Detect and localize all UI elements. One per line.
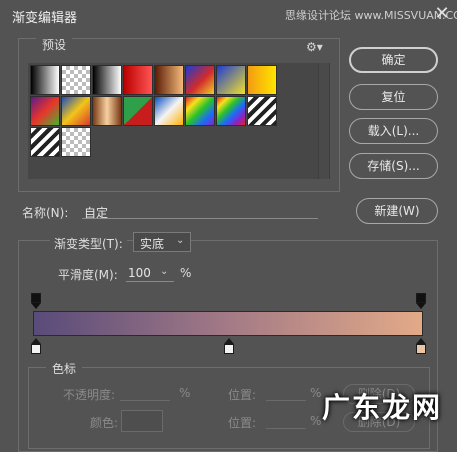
stop-location-label: 位置: [228, 388, 257, 402]
color-stop-right[interactable] [416, 338, 426, 354]
window-title: 渐变编辑器 [12, 11, 78, 26]
gear-icon[interactable]: ⚙▾ [306, 40, 323, 54]
preset-swatch[interactable] [61, 127, 91, 157]
preset-swatch-grid [28, 63, 330, 179]
stop-location-input[interactable] [266, 400, 306, 401]
name-label: 名称(N): [22, 206, 69, 220]
smoothness-label: 平滑度(M): [58, 268, 118, 282]
stop-location2-label: 位置: [228, 416, 257, 430]
gradient-type-label: 渐变类型(T): [50, 235, 127, 252]
load-button[interactable]: 载入(L)... [349, 118, 438, 144]
preset-swatch[interactable] [154, 96, 184, 126]
color-stop-middle[interactable] [224, 338, 234, 354]
chevron-down-icon[interactable]: ⌄ [160, 266, 168, 277]
preset-swatch[interactable] [123, 96, 153, 126]
presets-label: 预设 [36, 36, 73, 53]
opacity-stop-left[interactable] [31, 293, 41, 309]
preset-swatch[interactable] [61, 65, 91, 95]
preset-swatch[interactable] [154, 65, 184, 95]
preset-swatch[interactable] [30, 65, 60, 95]
stop-location2-input[interactable] [266, 428, 306, 429]
site-logo-watermark: 广东龙网 [322, 391, 443, 424]
reset-button[interactable]: 复位 [349, 84, 438, 110]
smoothness-underline [126, 281, 174, 282]
preset-swatch[interactable] [92, 65, 122, 95]
stop-location2-unit: % [310, 414, 322, 428]
preset-swatch[interactable] [216, 65, 246, 95]
preset-swatch[interactable] [30, 96, 60, 126]
stop-opacity-input[interactable] [120, 400, 170, 401]
preset-swatch[interactable] [247, 65, 277, 95]
preset-swatch[interactable] [185, 65, 215, 95]
chevron-down-icon: ⌄ [176, 235, 185, 246]
preset-swatch[interactable] [61, 96, 91, 126]
stop-opacity-unit: % [179, 386, 191, 400]
gradient-type-value: 实底 [140, 237, 165, 251]
preset-swatch[interactable] [92, 96, 122, 126]
ok-button[interactable]: 确定 [349, 47, 438, 73]
stop-color-label: 颜色: [90, 416, 119, 430]
gradient-preview-bar[interactable] [33, 311, 423, 336]
preset-swatch[interactable] [123, 65, 153, 95]
color-stop-left[interactable] [31, 338, 41, 354]
preset-scrollbar-thumb[interactable] [319, 63, 329, 179]
stop-opacity-label: 不透明度: [63, 388, 116, 402]
preset-swatch[interactable] [247, 96, 277, 126]
color-stops-label: 色标 [46, 360, 83, 377]
stop-location-unit: % [310, 386, 322, 400]
name-input-underline [82, 218, 318, 219]
stop-color-well[interactable] [121, 410, 163, 432]
smoothness-unit: % [180, 266, 192, 280]
preset-swatch[interactable] [216, 96, 246, 126]
preset-swatch[interactable] [30, 127, 60, 157]
preset-swatch[interactable] [185, 96, 215, 126]
smoothness-input[interactable]: 100 [128, 266, 151, 280]
close-icon[interactable]: ✕ [430, 3, 454, 25]
opacity-stop-right[interactable] [416, 293, 426, 309]
new-button[interactable]: 新建(W) [356, 198, 438, 224]
save-button[interactable]: 存储(S)... [349, 153, 438, 179]
